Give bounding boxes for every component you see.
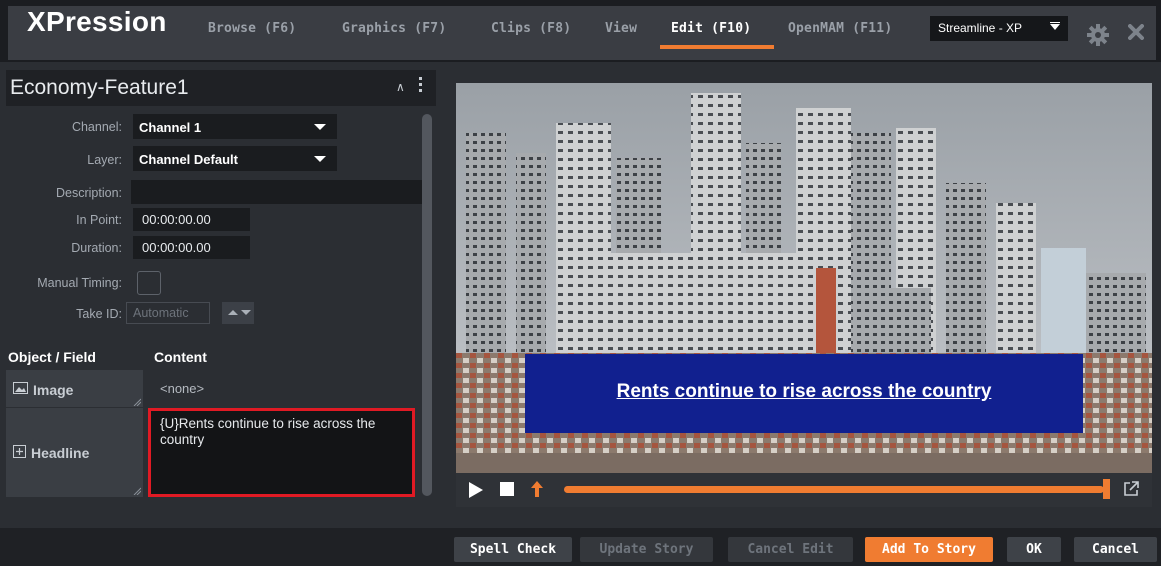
duration-label: Duration: (71, 241, 122, 255)
page-title: Economy-Feature1 (10, 76, 189, 99)
channel-label: Channel: (71, 120, 122, 134)
description-field[interactable] (131, 180, 422, 204)
in-point-field[interactable]: 00:00:00.00 (133, 208, 250, 231)
profile-select-value: Streamline - XP (938, 21, 1023, 35)
lower-third-headline: Rents continue to rise across the countr… (616, 381, 992, 402)
xpression-window: XPression Browse (F6) Graphics (F7) Clip… (0, 0, 1161, 566)
content-header: Content (154, 349, 207, 365)
image-icon (13, 382, 28, 394)
timeline-slider[interactable] (564, 486, 1104, 493)
timeline-progress-fill (564, 486, 1104, 493)
tab-graphics[interactable]: Graphics (F7) (342, 21, 446, 36)
gear-icon[interactable] (1087, 24, 1109, 46)
tab-openmam[interactable]: OpenMAM (F11) (788, 21, 892, 36)
app-logo: XPression (27, 6, 167, 37)
take-id-stepper[interactable] (222, 302, 254, 324)
chevron-down-icon (314, 156, 326, 162)
image-content-value: <none> (160, 381, 205, 396)
headline-row-name: Headline (31, 445, 90, 461)
spell-check-button[interactable]: Spell Check (454, 537, 572, 562)
cancel-button[interactable]: Cancel (1074, 537, 1157, 562)
tab-browse[interactable]: Browse (F6) (208, 21, 296, 36)
manual-timing-checkbox[interactable] (137, 271, 161, 295)
top-navigation-bar: XPression Browse (F6) Graphics (F7) Clip… (0, 0, 1161, 62)
chevron-down-icon (314, 124, 326, 130)
resize-grip-icon[interactable] (133, 487, 141, 495)
headline-content-field[interactable]: {U}Rents continue to rise across the cou… (148, 408, 415, 497)
editor-title-bar: Economy-Feature1 ∧ (6, 70, 436, 106)
editor-panel: Economy-Feature1 ∧ Channel: Channel 1 La… (6, 70, 436, 516)
channel-select[interactable]: Channel 1 (133, 114, 337, 139)
resize-grip-icon[interactable] (133, 398, 141, 406)
tab-clips[interactable]: Clips (F8) (491, 21, 571, 36)
channel-select-value: Channel 1 (139, 120, 202, 135)
play-icon[interactable] (469, 482, 483, 498)
playback-controls (456, 473, 1152, 507)
arrow-up-icon[interactable] (530, 480, 544, 498)
chevron-down-icon (1050, 22, 1060, 30)
stop-icon[interactable] (500, 482, 514, 496)
image-row-label[interactable]: Image (6, 370, 143, 407)
take-id-input[interactable]: Automatic (126, 302, 210, 324)
tab-view[interactable]: View (605, 21, 637, 36)
add-to-story-button[interactable]: Add To Story (865, 537, 993, 562)
arrow-down-icon[interactable] (241, 310, 251, 315)
active-tab-indicator (660, 45, 774, 49)
cancel-edit-button[interactable]: Cancel Edit (728, 537, 853, 562)
headline-content-text: {U}Rents continue to rise across the cou… (160, 416, 376, 447)
expand-plus-icon[interactable] (13, 445, 26, 458)
close-icon[interactable] (1128, 24, 1144, 40)
in-point-label: In Point: (76, 213, 122, 227)
more-options-icon[interactable] (419, 77, 423, 95)
object-field-header: Object / Field (8, 349, 96, 365)
profile-select[interactable]: Streamline - XP (930, 16, 1068, 41)
chevron-up-icon[interactable]: ∧ (396, 80, 405, 94)
layer-label: Layer: (87, 153, 122, 167)
timeline-handle[interactable] (1103, 479, 1110, 499)
arrow-up-icon[interactable] (228, 310, 238, 315)
manual-timing-label: Manual Timing: (37, 276, 122, 290)
layer-select-value: Channel Default (139, 152, 238, 167)
lower-third-graphic: Rents continue to rise across the countr… (525, 354, 1083, 433)
take-id-label: Take ID: (76, 307, 122, 321)
pop-out-icon[interactable] (1123, 481, 1139, 497)
headline-row-label[interactable]: Headline (6, 408, 143, 497)
update-story-button[interactable]: Update Story (580, 537, 713, 562)
description-label: Description: (56, 186, 122, 200)
action-bar: Spell Check Update Story Cancel Edit Add… (0, 528, 1161, 566)
ok-button[interactable]: OK (1007, 537, 1061, 562)
preview-viewport: Rents continue to rise across the countr… (456, 83, 1152, 473)
tab-edit[interactable]: Edit (F10) (671, 21, 751, 36)
duration-field[interactable]: 00:00:00.00 (133, 236, 250, 259)
image-row-name: Image (33, 382, 74, 398)
vertical-scrollbar[interactable] (422, 114, 432, 496)
layer-select[interactable]: Channel Default (133, 146, 337, 171)
